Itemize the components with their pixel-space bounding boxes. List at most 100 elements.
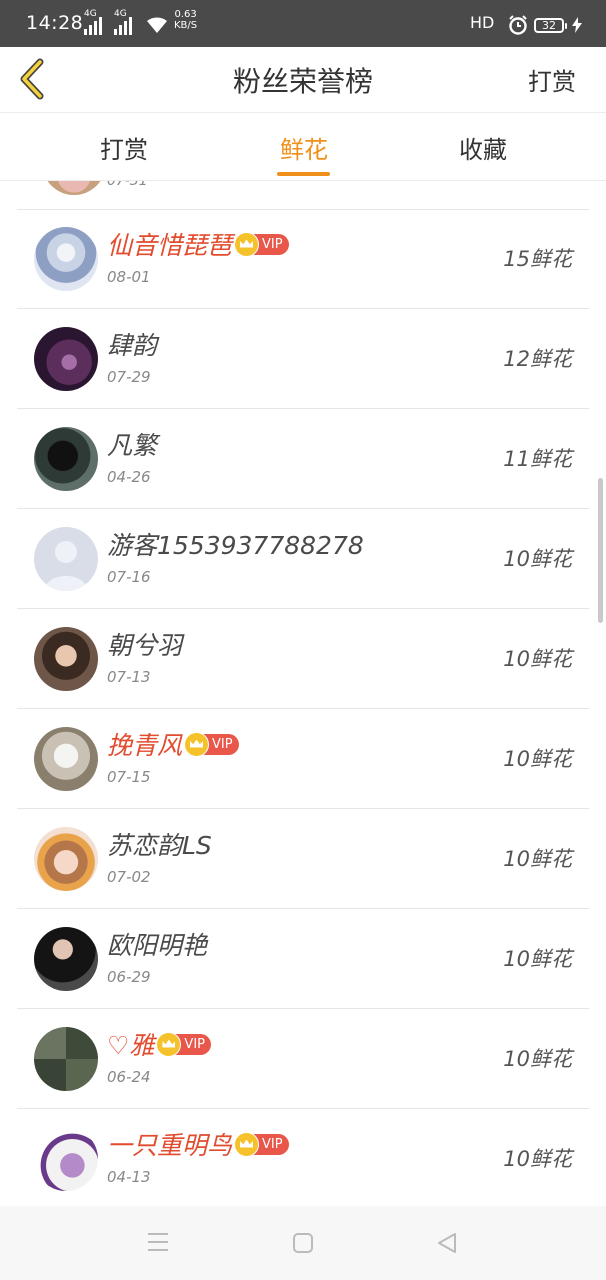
list-item-name-text: 一只重明鸟 xyxy=(107,1131,233,1160)
list-item-name: 朝兮羽 xyxy=(107,626,182,662)
list-item-name: 欧阳明艳 xyxy=(107,926,207,962)
list-item-date: 06-29 xyxy=(107,968,151,986)
vip-label: VIP xyxy=(262,236,283,252)
avatar xyxy=(34,527,98,591)
flower-count: 10鲜花 xyxy=(503,1147,572,1171)
list-item-name-text: 欧阳明艳 xyxy=(107,931,208,960)
net-speed-value: 0.63 xyxy=(174,9,197,20)
list-item[interactable]: ♡雅 VIP 06-24 10鲜花 xyxy=(17,1009,589,1109)
back-icon[interactable] xyxy=(436,1232,458,1254)
network-type-label: 4G xyxy=(84,9,97,19)
page-title: 粉丝荣誉榜 xyxy=(232,65,373,98)
list-item-date: 08-01 xyxy=(107,268,151,286)
list-item-partial[interactable]: 07-31 xyxy=(17,181,589,210)
network-type-label-2: 4G xyxy=(114,9,127,19)
app-header: 粉丝荣誉榜 打赏 xyxy=(0,47,606,113)
list-item-name: 仙音惜琵琶 VIP xyxy=(107,226,289,262)
system-nav-bar xyxy=(0,1206,606,1280)
list-item-date: 04-13 xyxy=(107,1168,151,1186)
list-item-name-text: ♡雅 xyxy=(107,1031,155,1060)
vip-badge: VIP xyxy=(234,1131,289,1157)
status-time: 14:28 xyxy=(26,12,84,34)
list-item[interactable]: 凡繁 04-26 11鲜花 xyxy=(17,409,589,509)
list-item-name-text: 肆韵 xyxy=(107,331,158,360)
net-speed: 0.63 KB/S xyxy=(174,9,197,31)
list-item-name: ♡雅 VIP xyxy=(107,1026,211,1062)
vip-badge: VIP xyxy=(234,231,289,257)
scrollbar[interactable] xyxy=(598,478,603,623)
tab-flowers[interactable]: 鲜花 xyxy=(244,130,364,165)
flower-count: 10鲜花 xyxy=(503,1047,572,1071)
avatar xyxy=(34,1027,98,1091)
vip-badge: VIP xyxy=(184,731,239,757)
list-item-name-text: 凡繁 xyxy=(107,431,158,460)
flower-count: 10鲜花 xyxy=(503,947,572,971)
flower-count: 10鲜花 xyxy=(503,847,572,871)
list-item[interactable]: 挽青风 VIP 07-15 10鲜花 xyxy=(17,709,589,809)
avatar xyxy=(34,827,98,891)
list-item[interactable]: 欧阳明艳 06-29 10鲜花 xyxy=(17,909,589,1009)
tab-reward[interactable]: 打赏 xyxy=(64,130,184,165)
default-user-icon xyxy=(44,541,88,591)
list-item[interactable]: 游客1553937788278 07-16 10鲜花 xyxy=(17,509,589,609)
list-item-name-text: 苏恋韵LS xyxy=(107,831,212,860)
crown-icon xyxy=(234,231,260,257)
fan-list[interactable]: 07-31 仙音惜琵琶 VIP 08-01 15鲜花 肆韵 07-29 12鲜花… xyxy=(0,181,606,1206)
list-item-date: 06-24 xyxy=(107,1068,151,1086)
flower-count: 10鲜花 xyxy=(503,547,572,571)
avatar xyxy=(42,181,106,195)
vip-label: VIP xyxy=(184,1036,205,1052)
list-item-name: 游客1553937788278 xyxy=(107,526,364,562)
vip-label: VIP xyxy=(212,736,233,752)
list-item-date: 07-31 xyxy=(107,181,148,189)
avatar xyxy=(34,227,98,291)
list-item[interactable]: 朝兮羽 07-13 10鲜花 xyxy=(17,609,589,709)
list-item-name: 苏恋韵LS xyxy=(107,826,212,862)
flower-count: 10鲜花 xyxy=(503,747,572,771)
flower-count: 11鲜花 xyxy=(503,447,572,471)
hd-indicator: HD xyxy=(470,13,495,32)
crown-icon xyxy=(156,1031,182,1057)
wifi-icon xyxy=(147,17,167,33)
flower-count: 15鲜花 xyxy=(503,247,572,271)
list-item-name: 挽青风 VIP xyxy=(107,726,239,762)
avatar xyxy=(34,627,98,691)
avatar xyxy=(34,327,98,391)
list-item-name-text: 仙音惜琵琶 xyxy=(107,231,233,260)
signal-icon: 4G xyxy=(84,9,102,35)
list-item[interactable]: 苏恋韵LS 07-02 10鲜花 xyxy=(17,809,589,909)
list-item-date: 07-15 xyxy=(107,768,151,786)
avatar xyxy=(34,1127,98,1191)
flower-count: 12鲜花 xyxy=(503,347,572,371)
list-item-date: 07-02 xyxy=(107,868,151,886)
list-item[interactable]: 一只重明鸟 VIP 04-13 10鲜花 xyxy=(17,1109,589,1206)
list-item-date: 07-13 xyxy=(107,668,151,686)
reward-button[interactable]: 打赏 xyxy=(528,62,576,97)
list-item-name-text: 挽青风 xyxy=(107,731,183,760)
crown-icon xyxy=(184,731,210,757)
crown-icon xyxy=(234,1131,260,1157)
list-item-name: 一只重明鸟 VIP xyxy=(107,1126,289,1162)
net-speed-unit: KB/S xyxy=(174,20,198,31)
tab-favorites[interactable]: 收藏 xyxy=(423,130,543,165)
avatar xyxy=(34,927,98,991)
battery-icon: 32 xyxy=(534,18,567,33)
avatar xyxy=(34,427,98,491)
flower-count: 10鲜花 xyxy=(503,647,572,671)
vip-label: VIP xyxy=(262,1136,283,1152)
list-item[interactable]: 仙音惜琵琶 VIP 08-01 15鲜花 xyxy=(17,209,589,309)
home-icon[interactable] xyxy=(292,1232,314,1254)
list-item-date: 07-29 xyxy=(107,368,151,386)
menu-icon[interactable] xyxy=(147,1232,169,1252)
alarm-icon xyxy=(509,15,527,35)
status-bar: 14:28 4G 4G 0.63 KB/S HD 32 xyxy=(0,0,606,47)
charging-icon xyxy=(572,17,582,33)
list-item-name-text: 朝兮羽 xyxy=(107,631,183,660)
tab-bar: 打赏 鲜花 收藏 xyxy=(0,114,606,181)
vip-badge: VIP xyxy=(156,1031,211,1057)
avatar xyxy=(34,727,98,791)
list-item[interactable]: 肆韵 07-29 12鲜花 xyxy=(17,309,589,409)
list-item-name: 凡繁 xyxy=(107,426,157,462)
list-item-date: 07-16 xyxy=(107,568,151,586)
list-item-name: 肆韵 xyxy=(107,326,157,362)
